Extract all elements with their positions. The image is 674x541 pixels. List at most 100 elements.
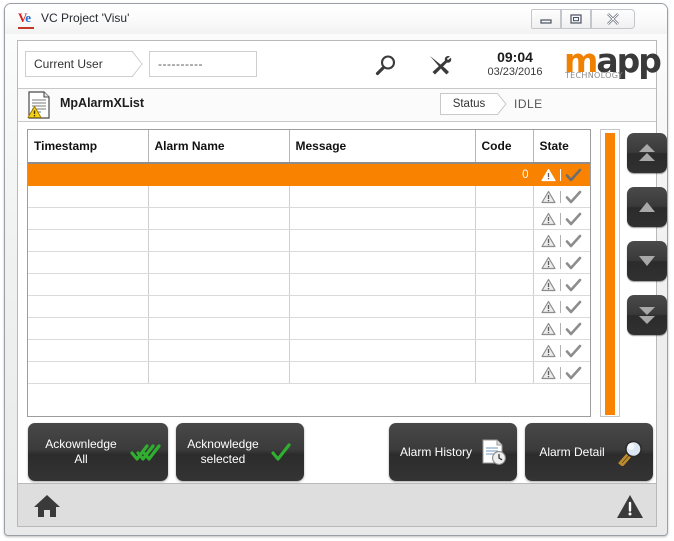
nav-previous-button[interactable] <box>627 187 667 227</box>
table-row[interactable] <box>28 273 590 296</box>
alarm-inactive-icon <box>541 366 556 379</box>
cell-state[interactable] <box>533 229 590 252</box>
cell-timestamp <box>28 207 149 230</box>
state-separator <box>560 278 562 291</box>
state-separator <box>560 344 562 357</box>
magnifier-icon <box>613 438 647 466</box>
current-user-label: Current User <box>25 51 133 77</box>
status-value: IDLE <box>514 97 543 111</box>
cell-code <box>475 273 534 296</box>
state-separator <box>560 366 562 379</box>
column-header-state[interactable]: State <box>533 130 590 164</box>
acknowledged-check-icon <box>565 212 582 225</box>
alarm-inactive-icon <box>541 190 556 203</box>
state-separator <box>560 168 562 181</box>
table-row[interactable] <box>28 339 590 362</box>
cell-code <box>475 185 534 208</box>
clock: 09:04 03/23/2016 <box>470 49 560 79</box>
document-clock-icon <box>477 438 511 466</box>
nav-last-button[interactable] <box>627 295 667 335</box>
table-row[interactable] <box>28 251 590 274</box>
user-label-chevron-icon <box>132 51 143 77</box>
alarm-inactive-icon <box>541 322 556 335</box>
alarm-detail-button[interactable]: Alarm Detail <box>525 423 653 481</box>
scrollbar-thumb[interactable] <box>605 133 615 415</box>
cell-state[interactable] <box>533 207 590 230</box>
column-header-timestamp[interactable]: Timestamp <box>28 130 149 164</box>
clock-date: 03/23/2016 <box>487 66 543 78</box>
nav-next-button[interactable] <box>627 241 667 281</box>
cell-message <box>289 295 476 318</box>
cell-message <box>289 317 476 340</box>
cell-state[interactable] <box>533 251 590 274</box>
down-arrow-icon <box>639 256 655 266</box>
cell-state[interactable] <box>533 317 590 340</box>
module-name: MpAlarmXList <box>60 96 145 110</box>
alarm-history-button[interactable]: Alarm History <box>389 423 517 481</box>
column-header-alarm-name[interactable]: Alarm Name <box>148 130 290 164</box>
alarm-inactive-icon <box>541 300 556 313</box>
cell-timestamp <box>28 317 149 340</box>
state-separator <box>560 190 562 203</box>
cell-alarm-name <box>148 163 290 186</box>
current-user-value: ---------- <box>149 51 257 77</box>
column-header-code[interactable]: Code <box>475 130 534 164</box>
acknowledged-check-icon <box>565 300 582 313</box>
table-row[interactable] <box>28 361 590 384</box>
table-header-row: Timestamp Alarm Name Message Code State <box>28 130 590 164</box>
tools-icon[interactable] <box>426 53 454 77</box>
check-icon <box>264 441 298 463</box>
acknowledge-all-label-line1: Ackownledge <box>45 437 117 451</box>
acknowledged-check-icon <box>565 168 582 181</box>
cell-code <box>475 317 534 340</box>
alarm-detail-label: Alarm Detail <box>539 444 605 459</box>
minimize-button[interactable] <box>531 9 561 29</box>
cell-state[interactable] <box>533 361 590 384</box>
state-separator <box>560 212 562 225</box>
close-button[interactable] <box>591 9 635 29</box>
cell-code: 0 <box>475 163 534 186</box>
cell-alarm-name <box>148 207 290 230</box>
state-separator <box>560 256 562 269</box>
alarm-inactive-icon <box>541 278 556 291</box>
column-header-message[interactable]: Message <box>289 130 476 164</box>
cell-state[interactable] <box>533 339 590 362</box>
hmi-toolbar: Current User ---------- 09:04 03/23/2016… <box>18 41 662 89</box>
cell-message <box>289 273 476 296</box>
table-row[interactable] <box>28 229 590 252</box>
bottom-bar <box>17 483 657 527</box>
cell-state[interactable] <box>533 295 590 318</box>
cell-code <box>475 207 534 230</box>
up-arrow-icon <box>639 202 655 212</box>
alarm-table[interactable]: Timestamp Alarm Name Message Code State … <box>27 129 591 417</box>
nav-first-button[interactable] <box>627 133 667 173</box>
alarm-inactive-icon <box>541 256 556 269</box>
cell-message <box>289 163 476 186</box>
alarm-history-label: Alarm History <box>399 444 472 459</box>
acknowledge-all-button[interactable]: Ackownledge All <box>28 423 168 481</box>
status-label-chevron-icon <box>497 93 507 115</box>
cell-timestamp <box>28 251 149 274</box>
acknowledge-selected-button[interactable]: Acknowledge selected <box>176 423 304 481</box>
table-row[interactable] <box>28 295 590 318</box>
cell-alarm-name <box>148 295 290 318</box>
home-icon[interactable] <box>32 492 62 520</box>
state-separator <box>560 322 562 335</box>
warning-triangle-icon[interactable] <box>616 492 644 520</box>
magnifier-icon[interactable] <box>373 53 399 77</box>
vc-project-icon: Ve <box>18 11 34 29</box>
table-row[interactable] <box>28 207 590 230</box>
table-row[interactable] <box>28 185 590 208</box>
table-scrollbar[interactable] <box>600 129 620 417</box>
cell-alarm-name <box>148 273 290 296</box>
cell-state[interactable] <box>533 273 590 296</box>
cell-code <box>475 229 534 252</box>
table-row[interactable] <box>28 317 590 340</box>
restore-button[interactable] <box>561 9 591 29</box>
acknowledged-check-icon <box>565 344 582 357</box>
table-row[interactable]: 0 <box>28 163 590 186</box>
double-down-arrow-icon <box>639 307 655 324</box>
acknowledge-all-label-line2: All <box>74 452 88 466</box>
cell-state[interactable] <box>533 163 590 186</box>
cell-state[interactable] <box>533 185 590 208</box>
